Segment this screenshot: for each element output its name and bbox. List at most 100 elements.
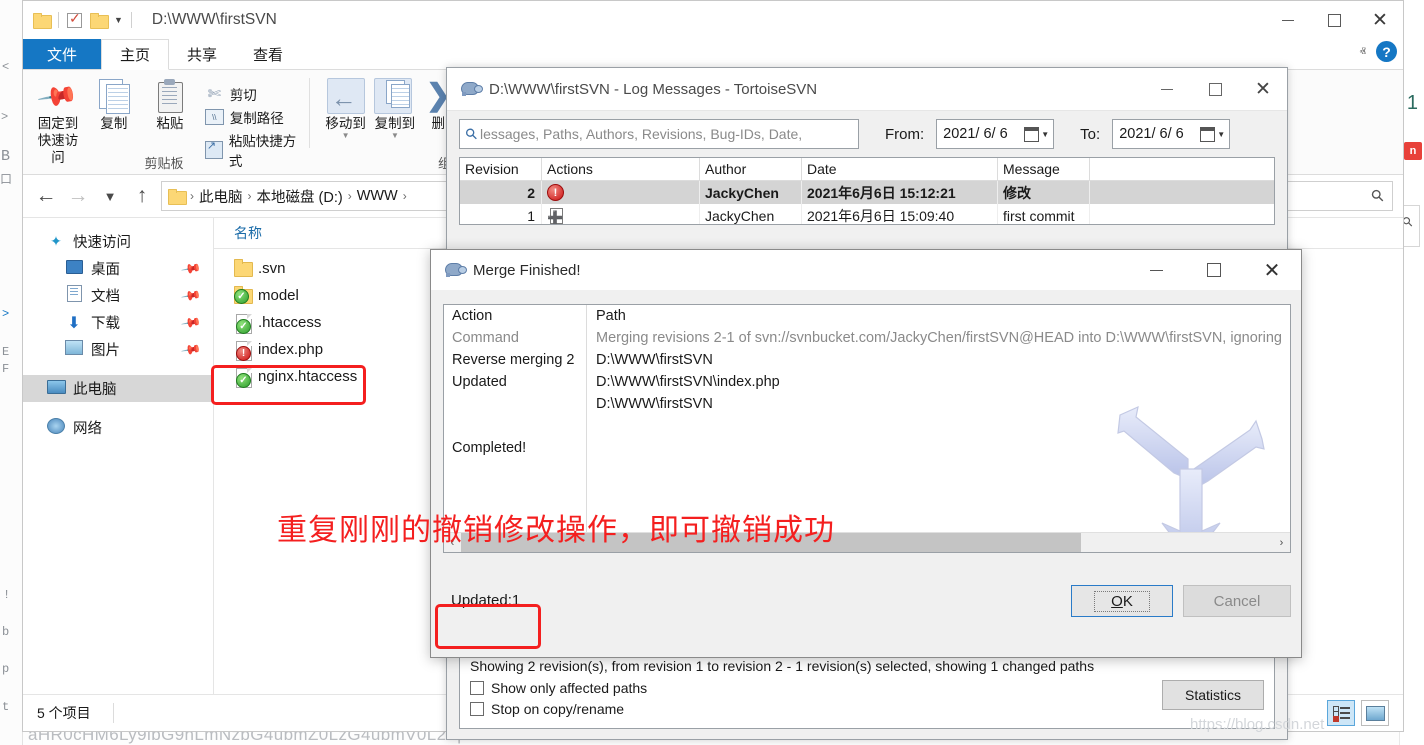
- calendar-icon[interactable]: ▼: [1024, 126, 1049, 142]
- qat-divider: [58, 12, 59, 28]
- file-name: model: [258, 287, 299, 304]
- search-icon[interactable]: ⚲: [461, 124, 482, 144]
- copy-to-button[interactable]: 复制到 ▼: [371, 76, 418, 139]
- search-icon: ⚲: [1368, 186, 1389, 207]
- stop-on-copy-rename-label: Stop on copy/rename: [491, 701, 625, 717]
- ok-button[interactable]: OK: [1071, 585, 1173, 617]
- scissors-icon: ✄: [207, 86, 222, 103]
- properties-check-icon[interactable]: [67, 11, 82, 28]
- file-name: index.php: [258, 341, 324, 358]
- breadcrumb-item-local-disk[interactable]: 本地磁盘 (D:): [257, 186, 343, 207]
- log-minimize-button[interactable]: [1143, 68, 1191, 110]
- details-view-button[interactable]: [1327, 700, 1355, 726]
- status-divider: [112, 703, 114, 723]
- log-search-input[interactable]: ⚲ lessages, Paths, Authors, Revisions, B…: [459, 119, 859, 149]
- back-button[interactable]: ←: [33, 184, 59, 208]
- new-folder-icon[interactable]: [90, 13, 109, 29]
- navigation-pane: ✦ 快速访问 桌面 📌 文档 📌 ⬇ 下载 📌 图片 📌 此电脑 网络: [23, 218, 214, 727]
- table-row[interactable]: 1 ➕ JackyChen 2021年6月6日 15:09:40 first c…: [460, 204, 1274, 224]
- desktop-icon: [63, 259, 85, 278]
- scroll-right-icon[interactable]: ›: [1273, 537, 1290, 549]
- sidebar-item-this-pc[interactable]: 此电脑: [23, 375, 213, 402]
- move-to-icon: ←: [325, 76, 367, 116]
- col-date[interactable]: Date: [802, 158, 998, 180]
- updated-count-box: [435, 604, 541, 649]
- merge-close-button[interactable]: ✕: [1243, 250, 1301, 290]
- pin-icon-pictures[interactable]: 📌: [180, 338, 202, 360]
- col-revision[interactable]: Revision: [460, 158, 542, 180]
- statistics-button[interactable]: Statistics: [1162, 680, 1264, 710]
- pin-icon-downloads[interactable]: 📌: [180, 311, 202, 333]
- sidebar-label-downloads: 下载: [91, 316, 120, 332]
- pin-label-1: 固定到: [37, 116, 79, 131]
- merge-arrows-icon: [1117, 405, 1265, 552]
- bg-glyph-6: F: [2, 362, 10, 376]
- pin-icon-documents[interactable]: 📌: [180, 284, 202, 306]
- pin-icon-desktop[interactable]: 📌: [180, 257, 202, 279]
- thumbnails-view-button[interactable]: [1361, 700, 1389, 726]
- cut-button[interactable]: ✄ 剪切: [205, 84, 297, 104]
- calendar-icon[interactable]: ▼: [1200, 126, 1225, 142]
- merge-minimize-button[interactable]: [1127, 250, 1185, 290]
- close-button[interactable]: ✕: [1357, 1, 1403, 39]
- details-view-icon: [1332, 706, 1350, 722]
- folder-icon[interactable]: [33, 13, 52, 29]
- help-icon[interactable]: ?: [1376, 41, 1397, 62]
- sidebar-label-quick-access: 快速访问: [73, 235, 131, 251]
- tab-file[interactable]: 文件: [23, 39, 102, 69]
- cell-revision: 1: [460, 204, 542, 224]
- col-actions[interactable]: Actions: [542, 158, 700, 180]
- explorer-title-path: D:\WWW\firstSVN: [151, 11, 277, 28]
- customize-caret-icon[interactable]: ▼: [114, 15, 123, 25]
- table-row[interactable]: 2 ! JackyChen 2021年6月6日 15:12:21 修改: [460, 181, 1274, 204]
- from-date-picker[interactable]: 2021/ 6/ 6 ▼: [936, 119, 1055, 149]
- chevron-up-icon[interactable]: ⱏ: [1360, 44, 1366, 60]
- bg-glyph-0: <: [2, 60, 10, 74]
- sidebar-item-network[interactable]: 网络: [23, 414, 213, 441]
- cancel-button[interactable]: Cancel: [1183, 585, 1291, 617]
- log-close-button[interactable]: ✕: [1239, 68, 1287, 110]
- move-to-button[interactable]: ← 移动到 ▼: [322, 76, 369, 139]
- tab-view[interactable]: 查看: [235, 39, 301, 69]
- sidebar-item-desktop[interactable]: 桌面 📌: [23, 255, 213, 282]
- col-author[interactable]: Author: [700, 158, 802, 180]
- merge-row-action: Updated: [452, 374, 507, 390]
- organize-items: ← 移动到 ▼ 复制到 ▼ ❯ 删: [314, 70, 464, 139]
- col-message[interactable]: Message: [998, 158, 1090, 180]
- stop-on-copy-rename-row[interactable]: Stop on copy/rename: [470, 701, 1264, 717]
- deleted-modified-icon: !: [547, 184, 564, 201]
- maximize-button[interactable]: [1311, 1, 1357, 39]
- sidebar-item-pictures[interactable]: 图片 📌: [23, 336, 213, 363]
- log-maximize-button[interactable]: [1191, 68, 1239, 110]
- show-only-affected-paths-row[interactable]: Show only affected paths: [470, 680, 1264, 696]
- breadcrumb-item-this-pc[interactable]: 此电脑: [199, 186, 243, 207]
- sidebar-item-quick-access[interactable]: ✦ 快速访问: [23, 228, 213, 255]
- up-button[interactable]: ↑: [129, 184, 155, 208]
- tab-share[interactable]: 共享: [169, 39, 235, 69]
- tab-home[interactable]: 主页: [101, 39, 170, 70]
- file-icon: [232, 340, 258, 361]
- move-to-caret-icon[interactable]: ▼: [342, 131, 350, 139]
- sidebar-item-downloads[interactable]: ⬇ 下载 📌: [23, 309, 213, 336]
- documents-icon: [63, 285, 85, 306]
- bg-glyph-9: p: [2, 662, 10, 676]
- merge-maximize-button[interactable]: [1185, 250, 1243, 290]
- column-header-name-label: 名称: [234, 225, 262, 241]
- bg-glyph-1: >: [1, 110, 9, 124]
- stop-on-copy-rename-checkbox[interactable]: [470, 702, 484, 716]
- copy-to-caret-icon[interactable]: ▼: [391, 131, 399, 139]
- copy-path-button[interactable]: \\ 复制路径: [204, 107, 297, 127]
- merge-window-controls: ✕: [1127, 250, 1301, 290]
- sidebar-item-documents[interactable]: 文档 📌: [23, 282, 213, 309]
- recent-locations-button[interactable]: ▼: [97, 189, 123, 204]
- minimize-button[interactable]: [1265, 1, 1311, 39]
- to-date-picker[interactable]: 2021/ 6/ 6 ▼: [1112, 119, 1231, 149]
- bg-glyph-5: E: [2, 345, 10, 359]
- merge-row-path: D:\WWW\firstSVN: [596, 396, 713, 412]
- log-summary-text: Showing 2 revision(s), from revision 1 t…: [470, 658, 1095, 674]
- show-only-affected-paths-checkbox[interactable]: [470, 681, 484, 695]
- breadcrumb-item-www[interactable]: WWW: [357, 188, 398, 204]
- cell-filler: [1090, 181, 1274, 204]
- forward-button[interactable]: →: [65, 184, 91, 208]
- close-icon: ✕: [1372, 9, 1388, 31]
